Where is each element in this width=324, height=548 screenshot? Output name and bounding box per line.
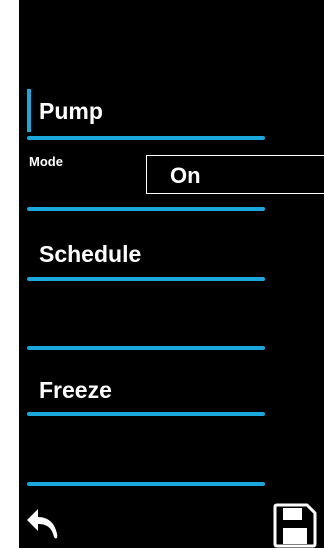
section-freeze-title[interactable]: Freeze [39, 379, 112, 402]
divider-freeze-bottom [27, 482, 265, 486]
mode-value: On [170, 163, 201, 188]
mode-select[interactable]: On [146, 155, 324, 194]
divider-mode [27, 207, 265, 211]
save-floppy-icon [273, 503, 317, 548]
back-arrow-icon [27, 509, 58, 539]
section-schedule-title[interactable]: Schedule [39, 243, 141, 266]
mode-label: Mode [29, 154, 63, 169]
divider-pump [27, 136, 265, 140]
divider-freeze [27, 412, 265, 416]
divider-schedule-bottom [27, 346, 265, 350]
back-button[interactable] [25, 506, 61, 544]
save-button[interactable] [272, 503, 318, 548]
section-pump-title[interactable]: Pump [39, 100, 103, 123]
device-screen: Pump Mode On Schedule Freeze [19, 0, 324, 548]
selected-accent-bar [27, 89, 31, 132]
divider-schedule [27, 277, 265, 281]
